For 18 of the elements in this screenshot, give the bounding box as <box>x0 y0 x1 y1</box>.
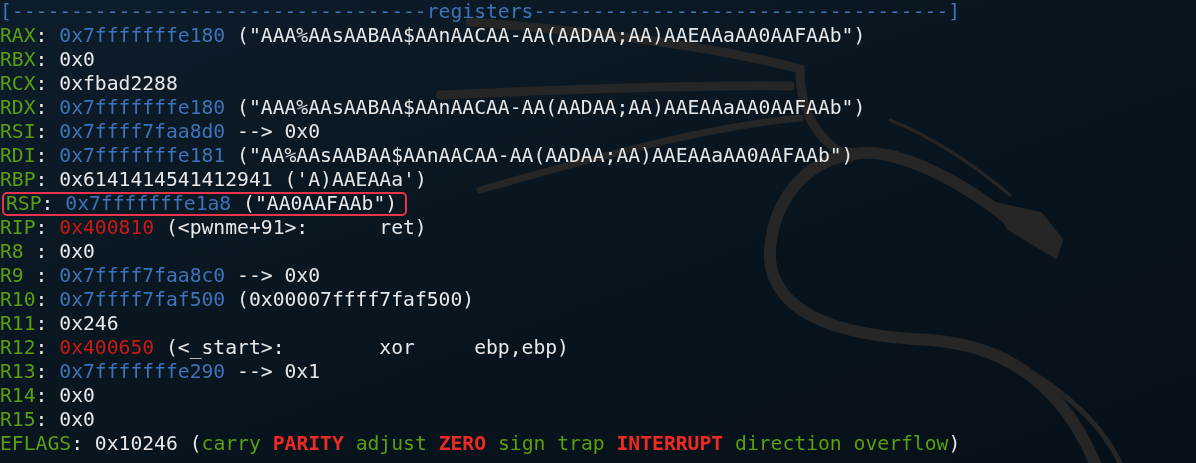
register-line: R14: 0x0 <box>0 384 95 408</box>
register-line: RSI: 0x7ffff7faa8d0 --> 0x0 <box>0 120 321 144</box>
register-line: RDX: 0x7fffffffe180 ("AAA%AAsAABAA$AAnAACAA-AA(AADAA;AA)AAEAAaAA0AAFAAb") <box>0 96 866 120</box>
register-line: R12: 0x400650 (<_start>: xor ebp,ebp) <box>0 336 569 360</box>
register-line: R9 : 0x7ffff7faa8c0 --> 0x0 <box>0 264 321 288</box>
register-line: R13: 0x7fffffffe290 --> 0x1 <box>0 360 321 384</box>
register-line: RCX: 0xfbad2288 <box>0 72 178 96</box>
register-line: R10: 0x7ffff7faf500 (0x00007ffff7faf500) <box>0 288 475 312</box>
flags-line: EFLAGS: 0x10246 (carry PARITY adjust ZERO sign trap INTERRUPT direction overflow) <box>0 432 961 456</box>
register-line: RBP: 0x6141414541412941 ('A)AAEAAa') <box>0 168 427 192</box>
register-line: R15: 0x0 <box>0 408 95 432</box>
register-line: R8 : 0x0 <box>0 240 95 264</box>
register-line: RIP: 0x400810 (<pwnme+91>: ret) <box>0 216 427 240</box>
register-line: RBX: 0x0 <box>0 48 95 72</box>
register-line: RDI: 0x7fffffffe181 ("AA%AAsAABAA$AAnAACAA-AA(AADAA;AA)AAEAAaAA0AAFAAb") <box>0 144 854 168</box>
register-line: RAX: 0x7fffffffe180 ("AAA%AAsAABAA$AAnAACAA-AA(AADAA;AA)AAEAAaAA0AAFAAb") <box>0 24 866 48</box>
section-header: [-----------------------------------registers-----------------------------------] <box>0 0 961 24</box>
register-line: R11: 0x246 <box>0 312 119 336</box>
